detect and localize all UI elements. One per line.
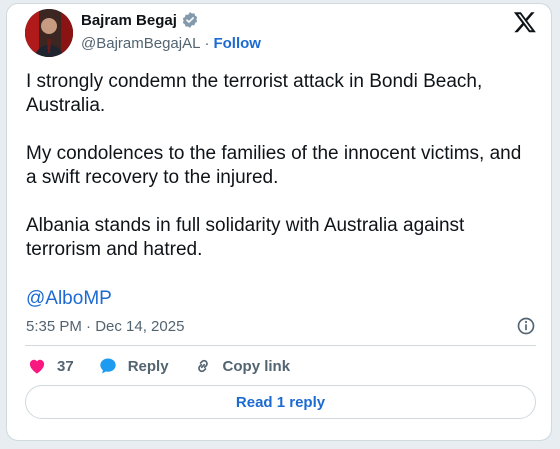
mention-link[interactable]: @AlboMP: [26, 288, 112, 310]
heart-icon: [29, 359, 45, 374]
tweet-paragraph: My condolences to the families of the in…: [26, 143, 522, 188]
reply-label: Reply: [127, 357, 169, 375]
divider: [25, 345, 536, 346]
copy-link-button[interactable]: Copy link: [193, 356, 291, 376]
copy-link-label: Copy link: [222, 357, 291, 375]
like-button[interactable]: 37: [27, 356, 74, 376]
verified-badge-icon: [181, 11, 199, 29]
author-handle[interactable]: @BajramBegajAL: [81, 35, 200, 52]
tweet-text: I strongly condemn the terrorist attack …: [26, 70, 536, 286]
x-logo-icon[interactable]: [513, 10, 537, 34]
tweet-paragraph: I strongly condemn the terrorist attack …: [26, 71, 483, 116]
tweet-timestamp[interactable]: 5:35 PM · Dec 14, 2025: [26, 318, 184, 335]
separator-dot: ·: [204, 35, 210, 52]
tweet-paragraph: Albania stands in full solidarity with A…: [26, 215, 465, 260]
action-bar: 37 Reply Copy link: [27, 356, 314, 376]
read-replies-button[interactable]: Read 1 reply: [25, 385, 536, 419]
speech-bubble-icon: [100, 358, 116, 374]
tweet-card: Bajram Begaj @BajramBegajAL · Follow I s…: [6, 3, 552, 441]
follow-button[interactable]: Follow: [213, 35, 261, 52]
read-replies-label: Read 1 reply: [235, 393, 326, 411]
avatar[interactable]: [25, 9, 73, 57]
author-name-row: Bajram Begaj: [81, 11, 199, 29]
info-icon[interactable]: [516, 316, 536, 336]
reply-button[interactable]: Reply: [98, 356, 169, 376]
author-handle-row: @BajramBegajAL · Follow: [81, 35, 261, 52]
link-icon: [197, 359, 208, 373]
like-count: 37: [57, 357, 74, 375]
author-name[interactable]: Bajram Begaj: [81, 12, 177, 29]
